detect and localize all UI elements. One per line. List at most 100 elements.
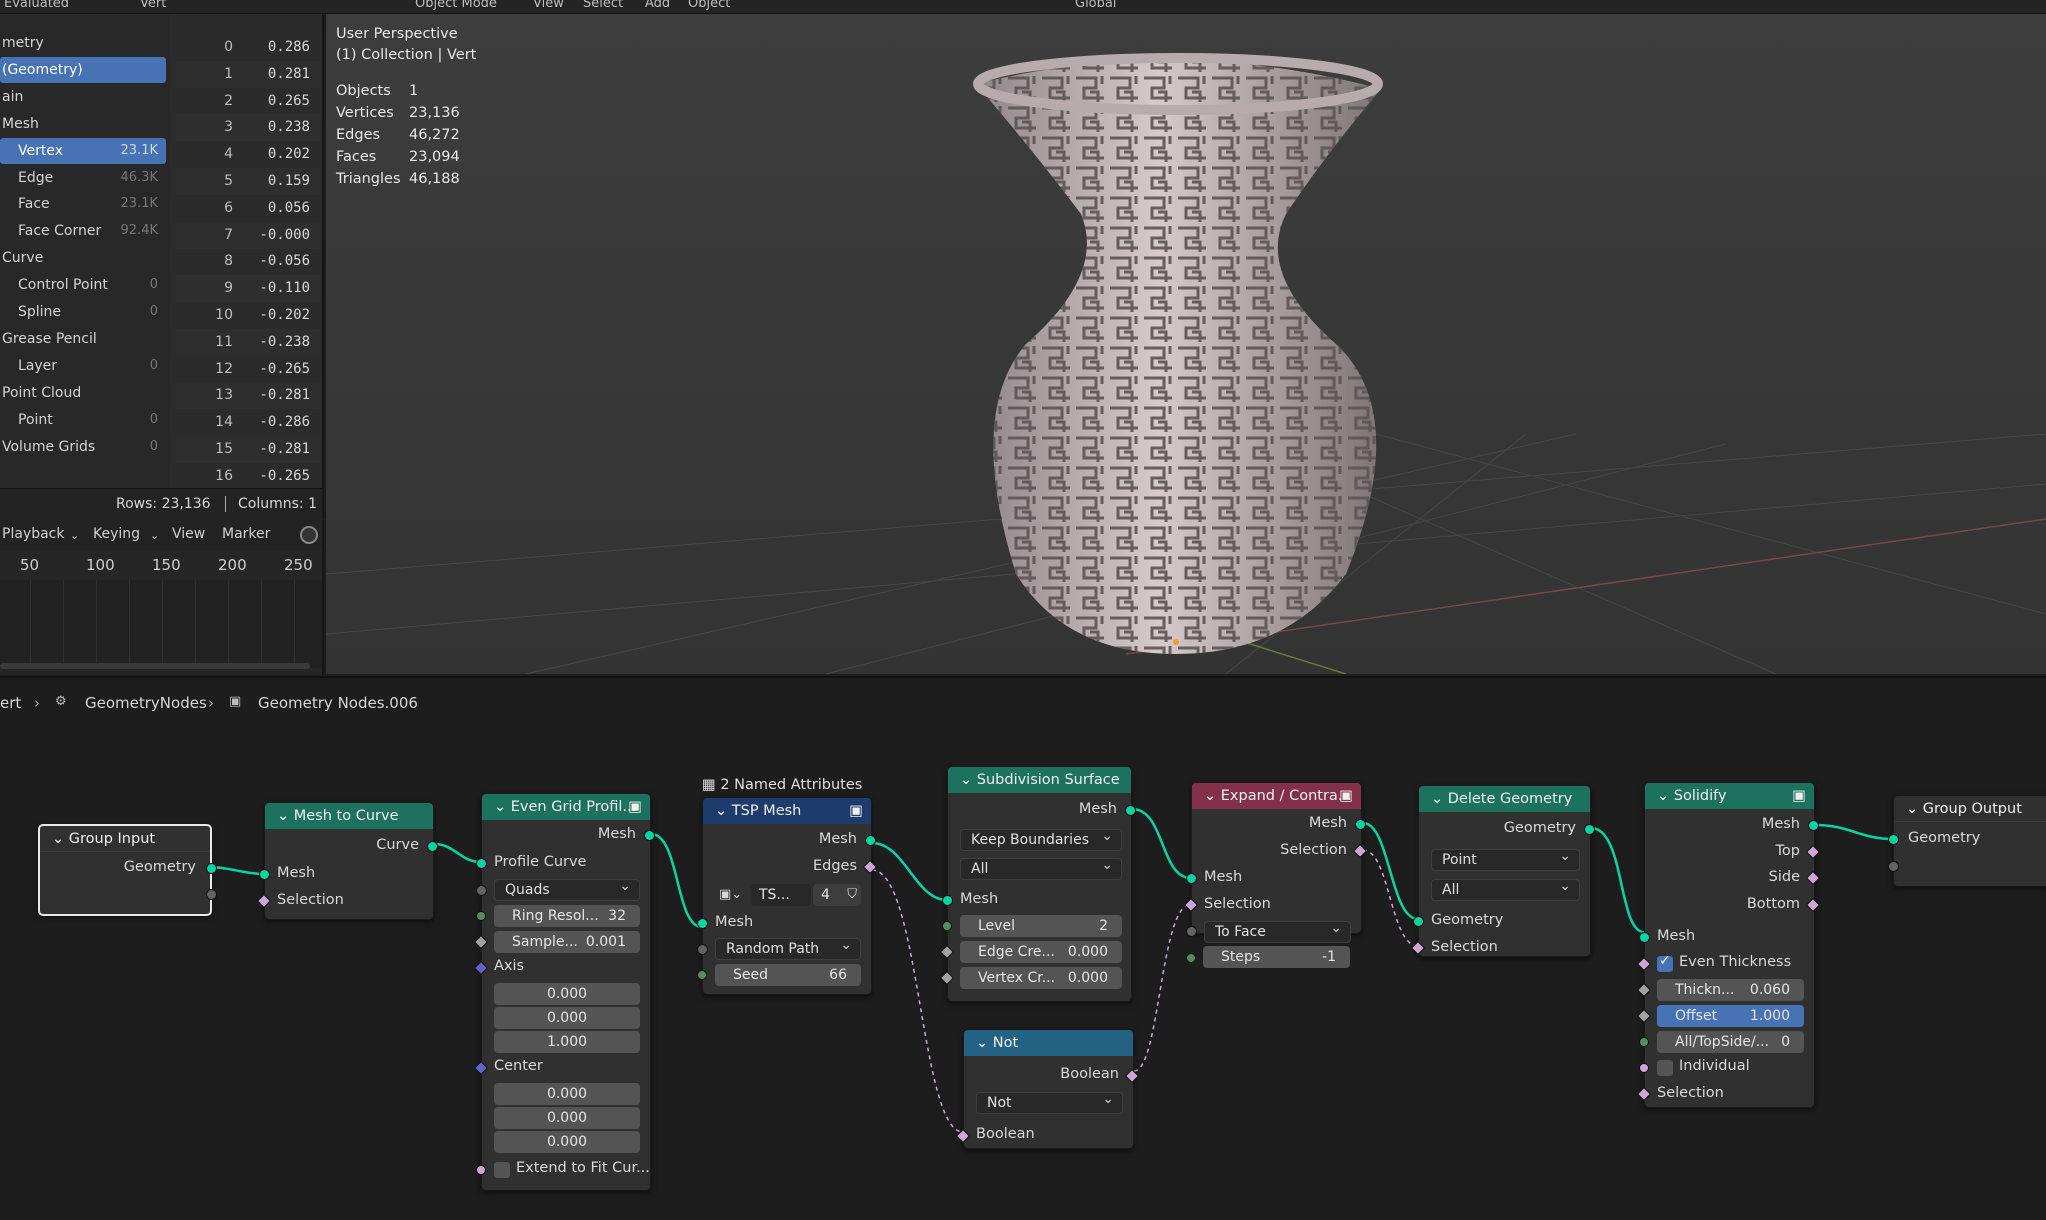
level-field[interactable]: Level 2 — [960, 915, 1122, 937]
input-socket-mesh[interactable] — [1639, 932, 1650, 943]
all-topside-field[interactable]: All/TopSide/... 0 — [1657, 1031, 1804, 1053]
input-socket-mesh[interactable] — [1186, 873, 1197, 884]
input-socket-ring-resolution[interactable] — [476, 911, 486, 921]
evaluated-dropdown[interactable]: Evaluated — [4, 0, 69, 11]
mesh-to-curve-node[interactable]: ⌄ Mesh to Curve Curve Mesh Selection — [256, 802, 438, 920]
input-socket-mesh[interactable] — [697, 918, 708, 929]
output-socket-mesh[interactable] — [1808, 820, 1819, 831]
output-socket-mesh[interactable] — [1355, 819, 1366, 830]
sample-field[interactable]: Sample... 0.001 — [494, 931, 640, 953]
node-header[interactable]: ⌄ Even Grid Profil... ▣ — [482, 794, 650, 820]
select-menu[interactable]: Select — [583, 0, 623, 11]
node-tree-icon[interactable]: ▣⌄ — [719, 887, 742, 902]
input-socket-mode[interactable] — [476, 885, 487, 896]
timeline-scrollbar[interactable] — [0, 663, 310, 669]
tsp-mesh-node[interactable]: ⌄ TSP Mesh ▣ Mesh Edges ▣⌄ TS... 4 ⛉ Mesh … — [697, 797, 878, 995]
view-menu[interactable]: View — [172, 526, 205, 542]
dataset-item[interactable]: Curve — [0, 245, 166, 271]
dataset-item[interactable]: Grease Pencil — [0, 326, 166, 352]
vertex-crease-field[interactable]: Vertex Cr... 0.000 — [960, 967, 1122, 989]
dataset-item[interactable]: metry — [0, 30, 166, 56]
keying-menu[interactable]: Keying — [93, 526, 140, 542]
even-thickness-checkbox[interactable] — [1657, 953, 1673, 972]
node-header[interactable]: ⌄ Delete Geometry — [1419, 786, 1590, 812]
record-icon[interactable] — [300, 526, 318, 544]
add-menu[interactable]: Add — [645, 0, 670, 11]
dataset-item[interactable]: Control Point 0 — [0, 272, 166, 298]
geometry-node-editor[interactable]: ert › ⚙ GeometryNodes › ▣ Geometry Nodes… — [0, 676, 2046, 1220]
center-z-field[interactable]: 0.000 — [494, 1131, 640, 1153]
output-socket-mesh[interactable] — [865, 835, 876, 846]
individual-checkbox[interactable] — [1657, 1060, 1673, 1076]
node-header[interactable]: ⌄ Not — [964, 1030, 1133, 1056]
node-header[interactable]: ⌄ Expand / Contra... ▣ — [1192, 783, 1361, 809]
delete-geometry-node[interactable]: ⌄ Delete Geometry Geometry Point All Geo… — [1410, 785, 1595, 957]
object-mode-dropdown[interactable]: Object Mode — [415, 0, 497, 11]
input-socket-mode[interactable] — [697, 944, 708, 955]
dataset-item[interactable]: Edge 46.3K — [0, 165, 166, 191]
group-input-node[interactable]: ⌄ Group Input Geometry — [38, 824, 217, 916]
axis-y-field[interactable]: 0.000 — [494, 1007, 640, 1029]
dataset-item[interactable]: Spline 0 — [0, 299, 166, 325]
dataset-item[interactable]: Point Cloud — [0, 380, 166, 406]
extend-checkbox[interactable] — [494, 1162, 510, 1178]
node-header[interactable]: ⌄ Group Output — [1894, 796, 2046, 822]
input-socket-mode[interactable] — [1186, 926, 1197, 937]
input-socket-profile-curve[interactable] — [476, 858, 487, 869]
expand-contract-node[interactable]: ⌄ Expand / Contra... ▣ Mesh Selection Mes… — [1183, 782, 1368, 963]
input-socket-seed[interactable] — [697, 970, 707, 980]
vert-selector[interactable]: Vert — [140, 0, 166, 11]
ring-resolution-field[interactable]: Ring Resol... 32 — [494, 905, 640, 927]
dataset-item[interactable]: ain — [0, 84, 166, 110]
node-group-users[interactable]: 4 ⛉ — [813, 884, 861, 906]
node-group-selector[interactable]: TS... — [751, 884, 811, 906]
timeline-area[interactable] — [0, 580, 328, 668]
node-header[interactable]: ⌄ Subdivision Surface — [948, 767, 1131, 793]
dataset-item[interactable]: Layer 0 — [0, 353, 166, 379]
view-menu[interactable]: View — [533, 0, 564, 11]
dataset-item[interactable]: Volume Grids 0 — [0, 434, 166, 460]
input-socket-geometry[interactable] — [1413, 916, 1424, 927]
node-header[interactable]: ⌄ TSP Mesh ▣ — [703, 798, 871, 824]
input-socket-empty[interactable] — [1888, 861, 1899, 872]
solidify-node[interactable]: ⌄ Solidify ▣ Mesh Top Side Bottom Mesh Ev… — [1636, 782, 1821, 1108]
playback-menu[interactable]: Playback — [2, 526, 64, 542]
node-header[interactable]: ⌄ Mesh to Curve — [265, 803, 433, 829]
offset-field[interactable]: Offset 1.000 — [1657, 1005, 1804, 1027]
input-socket-mesh[interactable] — [259, 869, 270, 880]
mode-dropdown[interactable]: Random Path — [715, 935, 861, 960]
dataset-item[interactable]: Face 23.1K — [0, 191, 166, 217]
dataset-item[interactable]: Mesh — [0, 111, 166, 137]
node-header[interactable]: ⌄ Group Input — [40, 826, 210, 852]
marker-menu[interactable]: Marker — [222, 526, 270, 542]
dataset-item[interactable]: (Geometry) — [0, 56, 166, 83]
input-socket-steps[interactable] — [1186, 953, 1196, 963]
thickness-field[interactable]: Thickn... 0.060 — [1657, 979, 1804, 1001]
edge-crease-field[interactable]: Edge Cre... 0.000 — [960, 941, 1122, 963]
input-socket-extend[interactable] — [476, 1165, 486, 1175]
boundary-dropdown[interactable]: Keep Boundaries — [960, 826, 1122, 851]
input-socket-mesh[interactable] — [942, 895, 953, 906]
output-socket-mesh[interactable] — [1125, 805, 1136, 816]
input-socket-level[interactable] — [942, 921, 952, 931]
dataset-item[interactable]: Point 0 — [0, 407, 166, 433]
dataset-item[interactable]: Face Corner 92.4K — [0, 218, 166, 244]
delete-mode-dropdown[interactable]: All — [1431, 876, 1580, 901]
output-socket-curve[interactable] — [427, 841, 438, 852]
output-socket-geometry[interactable] — [1584, 824, 1595, 835]
even-grid-profile-node[interactable]: ⌄ Even Grid Profil... ▣ Mesh Profile Curv… — [473, 793, 655, 1191]
output-socket-empty[interactable] — [206, 889, 217, 900]
input-socket-individual[interactable] — [1639, 1063, 1649, 1073]
mode-dropdown[interactable]: To Face — [1204, 918, 1351, 943]
subdivision-surface-node[interactable]: ⌄ Subdivision Surface Mesh Keep Boundari… — [939, 766, 1136, 1002]
steps-field[interactable]: Steps -1 — [1203, 946, 1350, 968]
input-socket-all-topside[interactable] — [1639, 1037, 1649, 1047]
domain-dropdown[interactable]: Point — [1431, 846, 1580, 871]
3d-viewport[interactable]: User Perspective (1) Collection | Vert O… — [326, 14, 2046, 674]
not-node[interactable]: ⌄ Not Boolean Not Boolean — [955, 1029, 1140, 1149]
input-socket-geometry[interactable] — [1888, 834, 1899, 845]
operation-dropdown[interactable]: Not — [976, 1089, 1123, 1114]
object-menu[interactable]: Object — [688, 0, 730, 11]
node-header[interactable]: ⌄ Solidify ▣ — [1645, 783, 1814, 809]
mode-dropdown[interactable]: Quads — [494, 876, 640, 901]
